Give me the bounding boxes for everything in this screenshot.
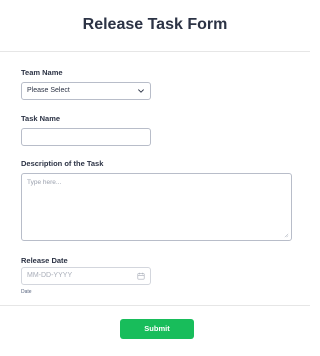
calendar-icon[interactable]	[137, 272, 145, 280]
submit-button[interactable]: Submit	[120, 319, 194, 339]
team-name-select[interactable]: Please Select	[21, 82, 151, 100]
chevron-down-icon	[138, 89, 144, 93]
task-name-input[interactable]	[21, 128, 151, 146]
team-name-label: Team Name	[21, 68, 63, 77]
form-header: Release Task Form	[0, 0, 310, 52]
release-date-sublabel: Date	[21, 289, 32, 295]
description-textarea[interactable]: Type here...	[21, 173, 292, 241]
form-title: Release Task Form	[82, 16, 228, 33]
release-date-label: Release Date	[21, 256, 68, 265]
team-name-selected-value: Please Select	[27, 87, 70, 94]
form-footer-divider	[0, 305, 310, 306]
resize-handle-icon[interactable]	[284, 233, 289, 238]
release-task-form: Release Task Form Team Name Please Selec…	[0, 0, 310, 356]
description-label: Description of the Task	[21, 159, 104, 168]
task-name-label: Task Name	[21, 114, 61, 123]
release-date-input[interactable]: MM-DD-YYYY	[21, 267, 151, 285]
release-date-placeholder: MM-DD-YYYY	[27, 272, 73, 279]
description-placeholder: Type here...	[27, 179, 62, 186]
